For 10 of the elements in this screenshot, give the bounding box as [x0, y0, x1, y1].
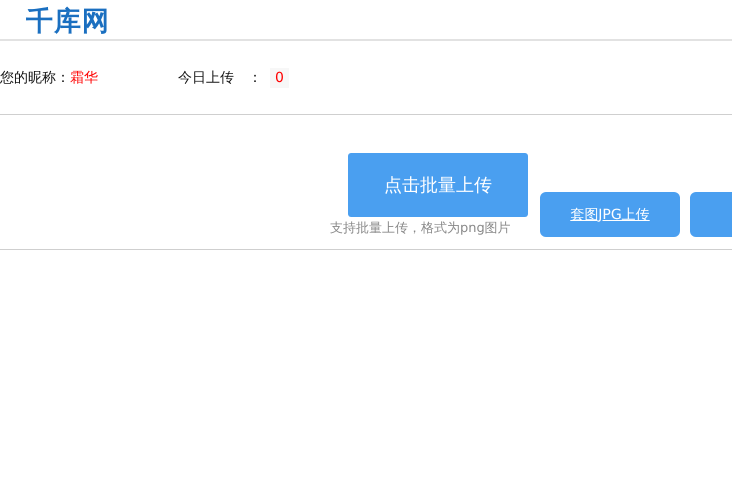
partial-button[interactable] — [690, 192, 732, 237]
jpg-upload-button[interactable]: 套图JPG上传 — [540, 192, 680, 237]
upload-hint: 支持批量上传，格式为png图片 — [330, 220, 511, 237]
separator: ： — [248, 68, 262, 86]
today-upload-label: 今日上传 — [178, 68, 234, 86]
nickname-label: 您的昵称： — [0, 68, 70, 86]
logo: 千库网 — [26, 5, 110, 39]
batch-upload-button[interactable]: 点击批量上传 — [348, 153, 528, 217]
today-upload-count: 0 — [270, 68, 289, 88]
nickname: 霜华 — [70, 68, 98, 86]
